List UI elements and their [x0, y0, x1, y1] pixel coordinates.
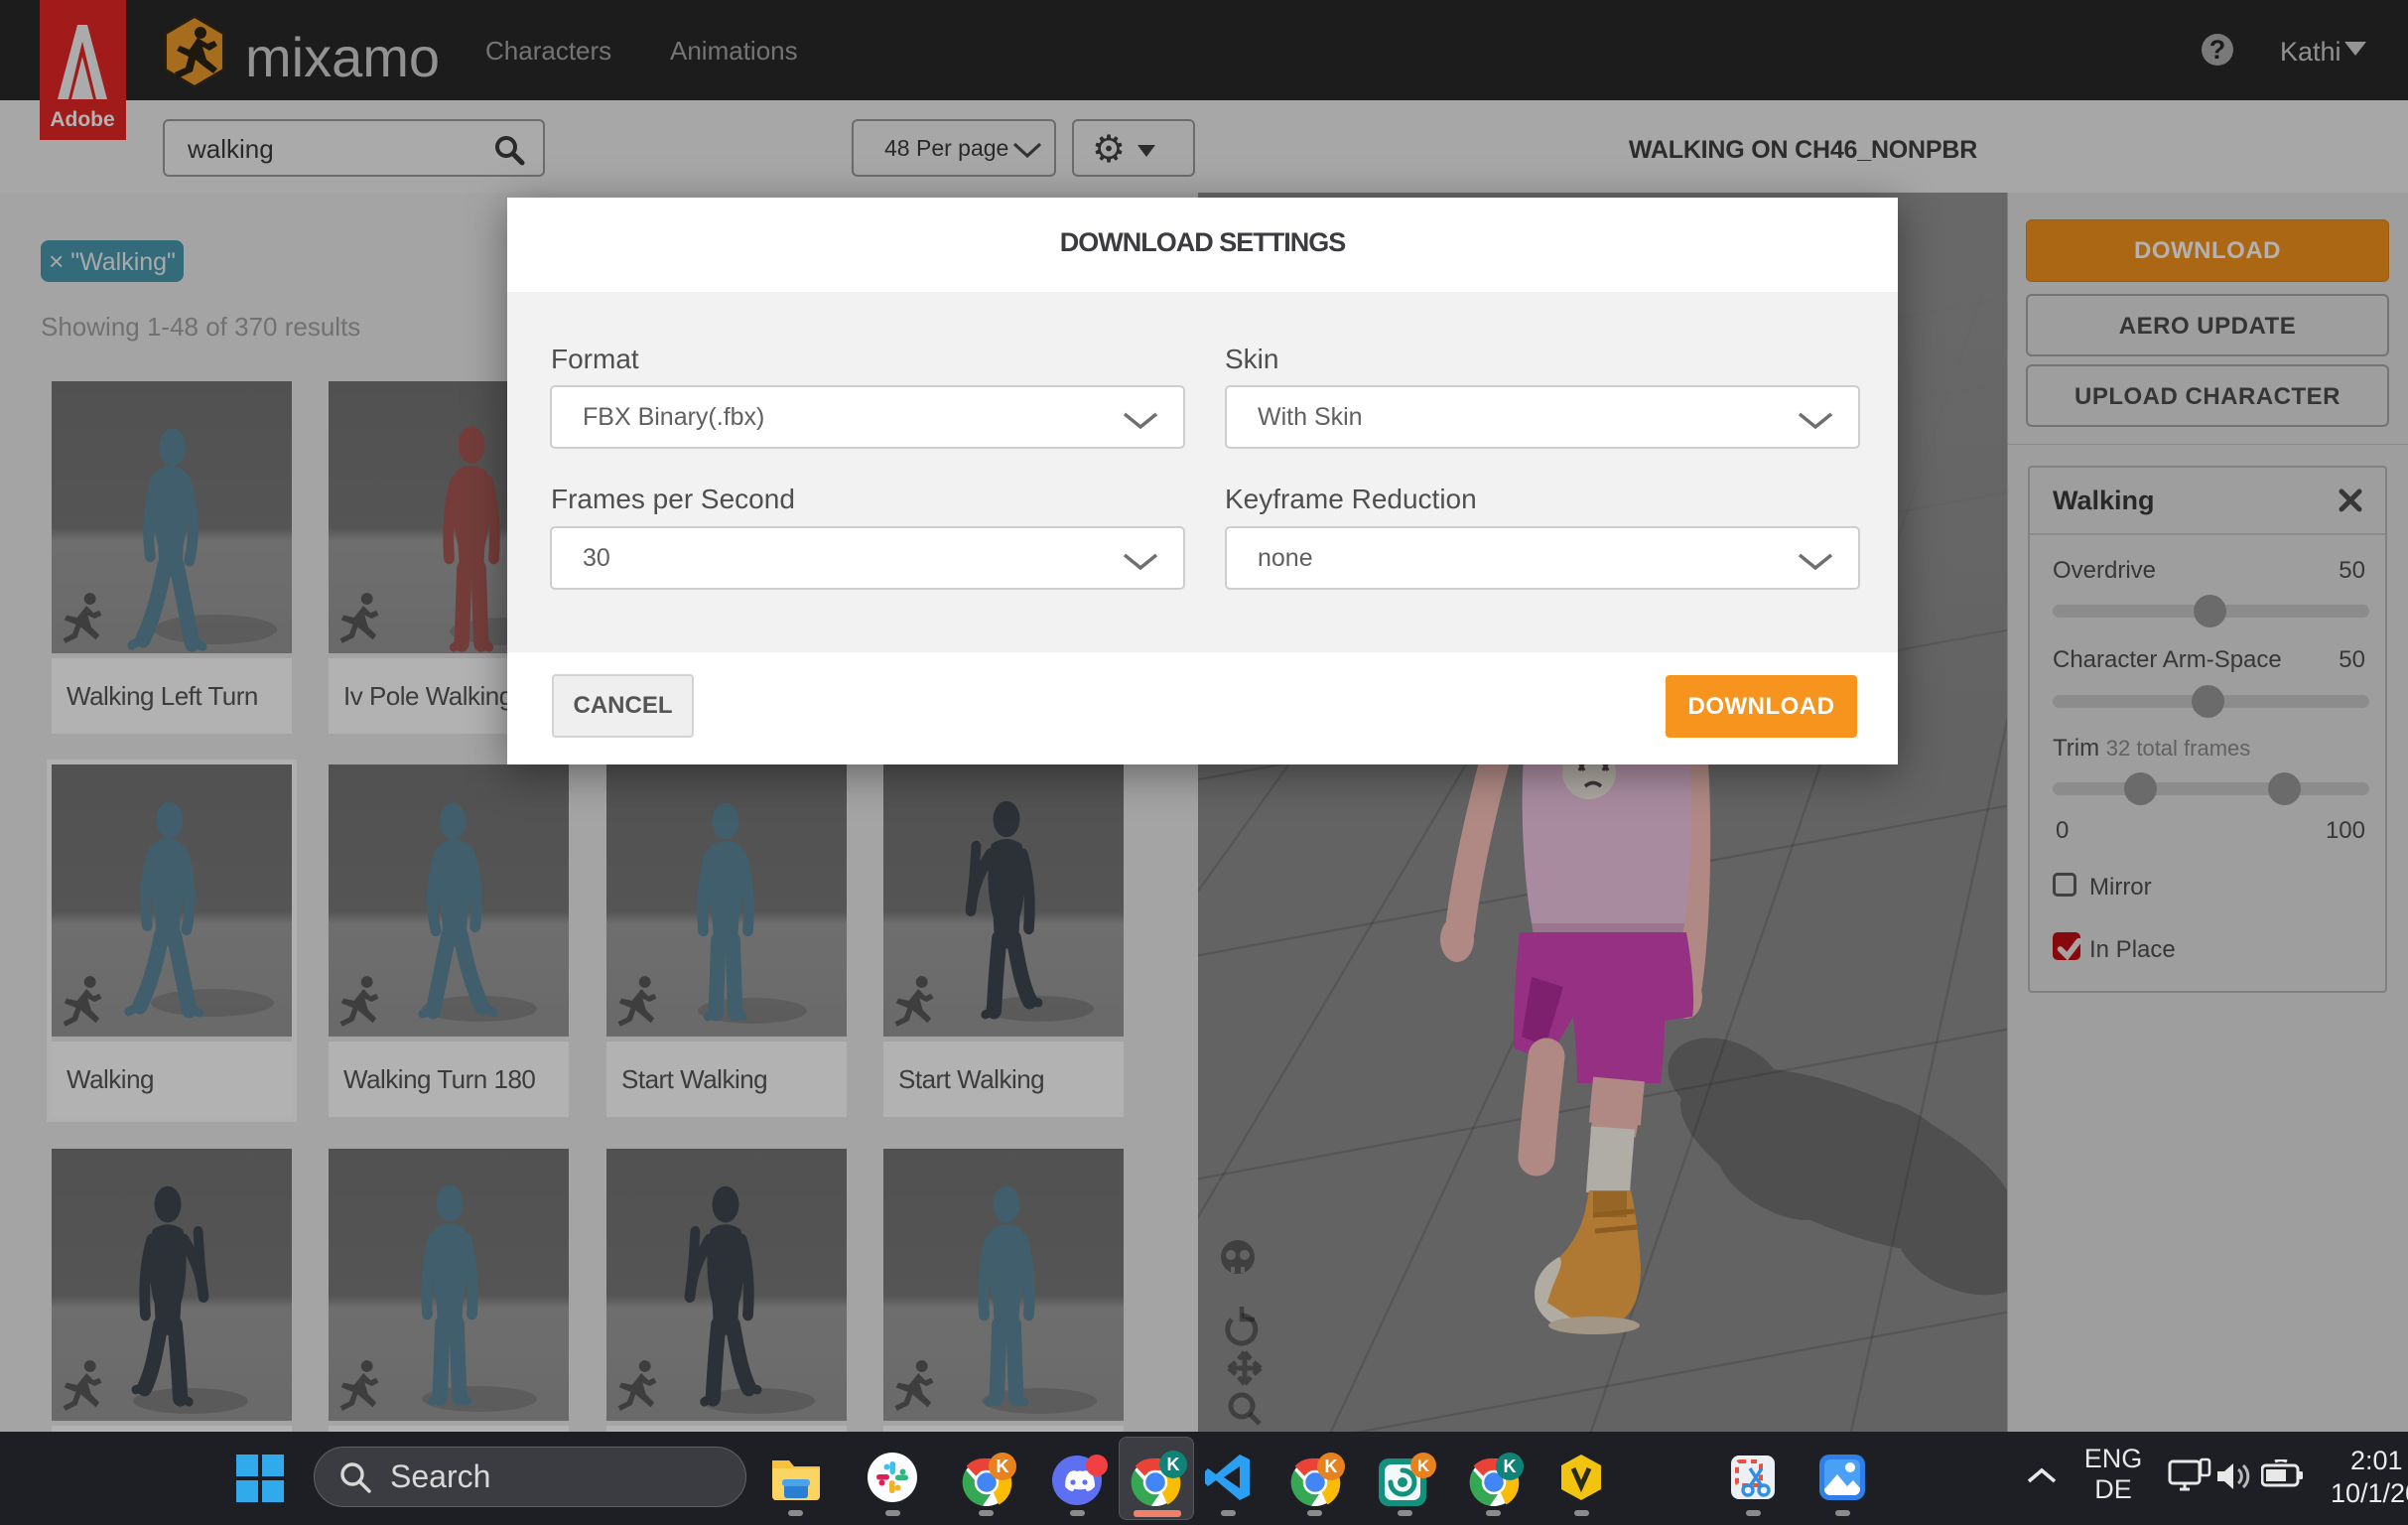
svg-text:K: K — [997, 1456, 1009, 1476]
svg-text:K: K — [1417, 1456, 1430, 1475]
svg-text:K: K — [1167, 1455, 1180, 1474]
svg-text:K: K — [1504, 1456, 1517, 1476]
svg-text:K: K — [1325, 1456, 1338, 1476]
